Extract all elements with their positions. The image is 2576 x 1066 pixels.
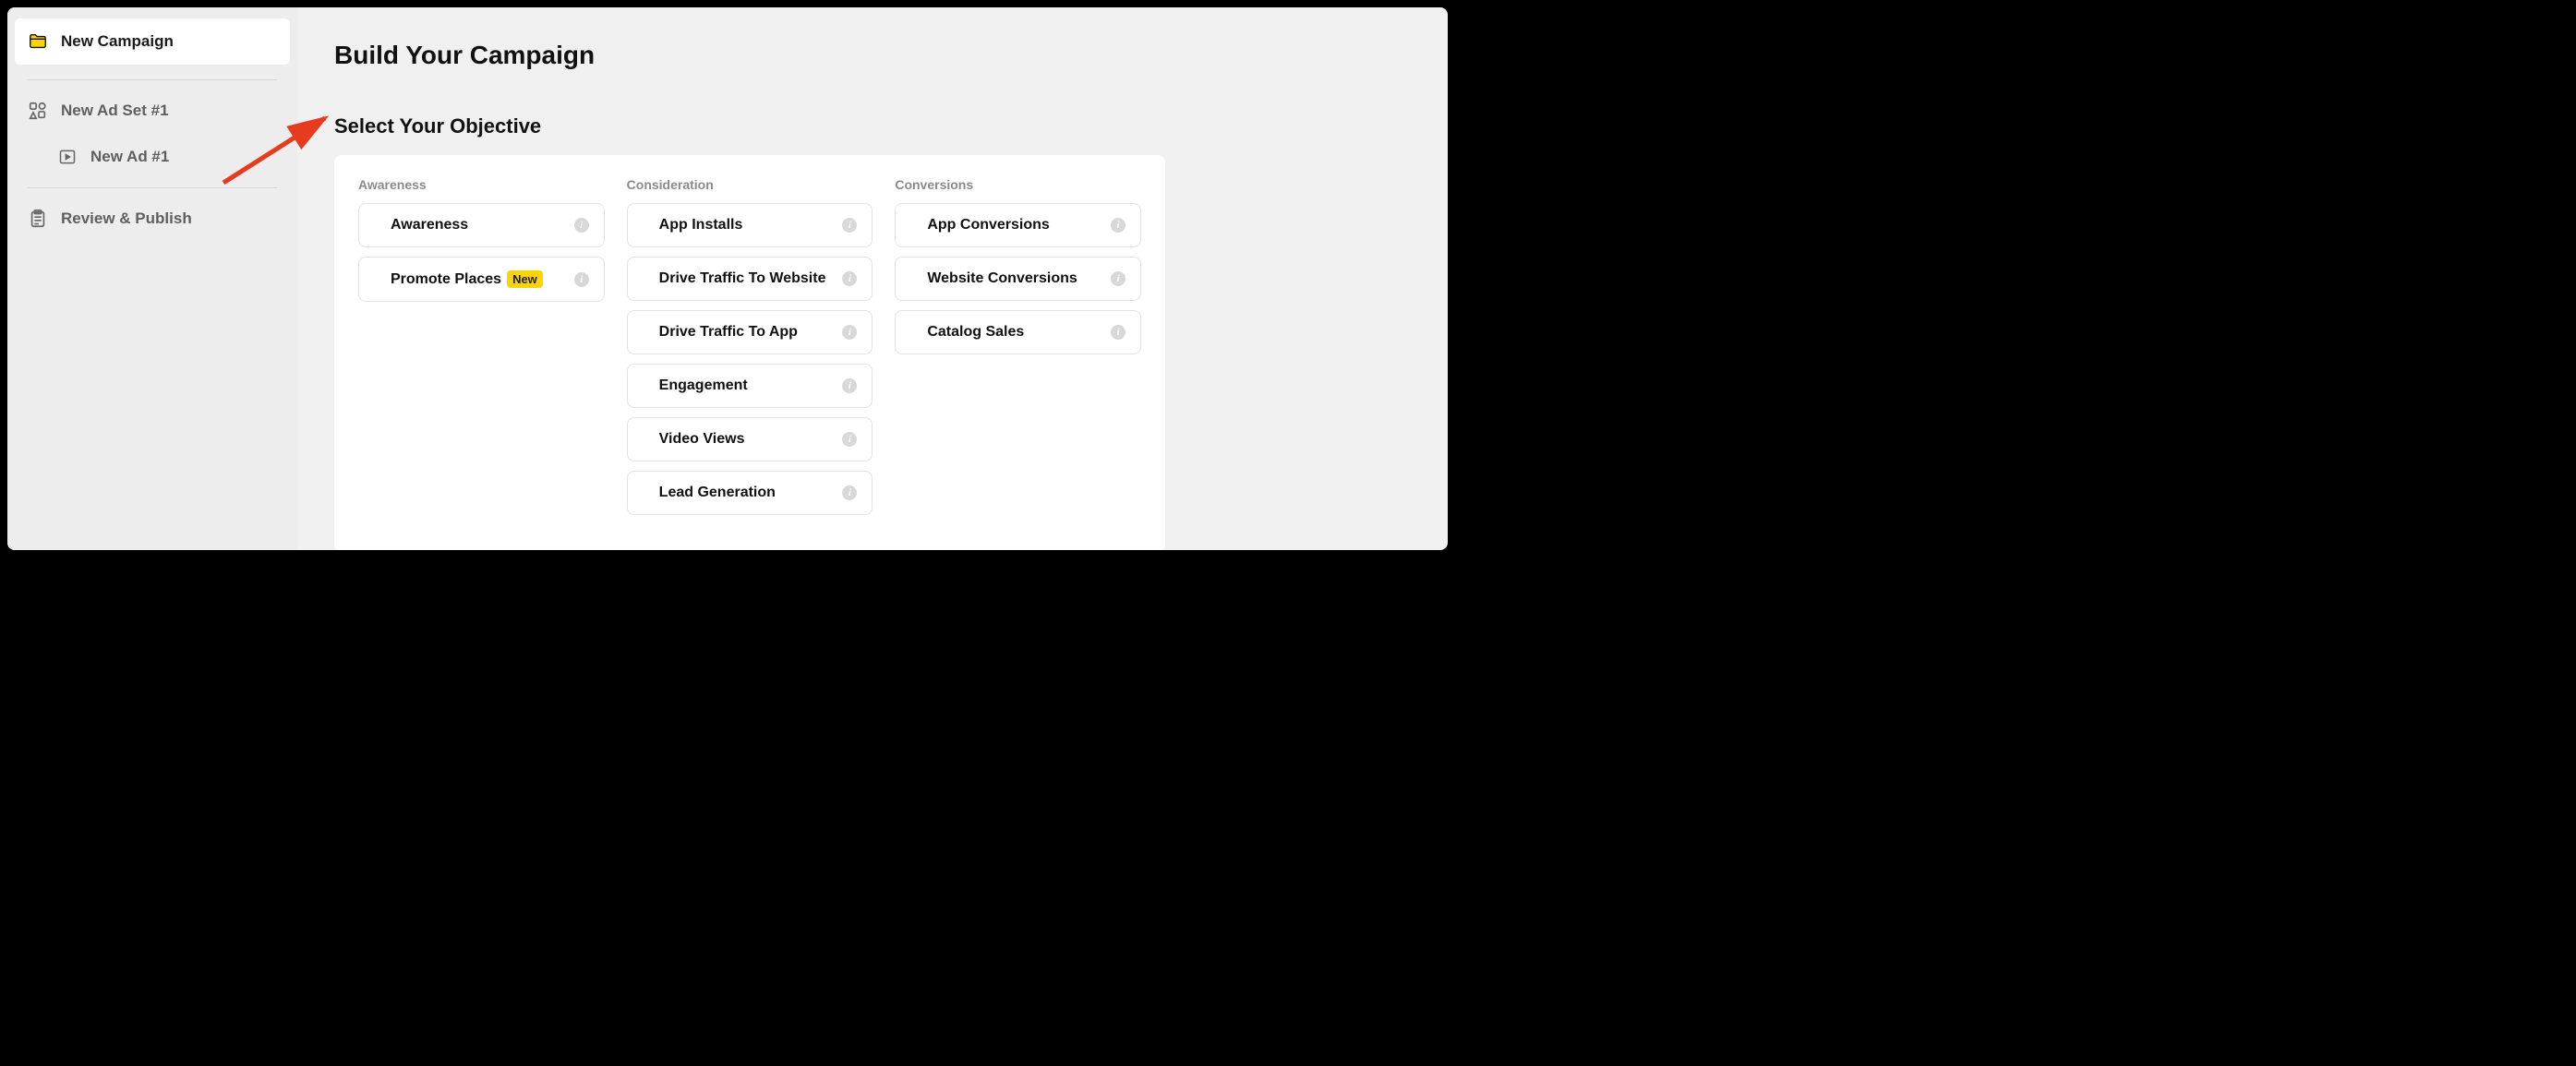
objective-card: Awareness Awareness i Promote Places New i Con… <box>334 155 1165 550</box>
info-icon[interactable]: i <box>1111 325 1125 340</box>
main-content: Build Your Campaign Select Your Objectiv… <box>297 7 1448 550</box>
objective-label: Drive Traffic To Website <box>659 270 826 287</box>
sidebar-item-review[interactable]: Review & Publish <box>7 196 297 242</box>
objective-button[interactable]: App Conversions i <box>895 203 1141 247</box>
objective-label: Lead Generation <box>659 485 776 501</box>
column-header: Consideration <box>627 177 873 192</box>
objective-column: ConversionsApp ConversionsiWebsite Conve… <box>895 177 1141 524</box>
objective-button[interactable]: Website Conversions i <box>895 257 1141 301</box>
page-title: Build Your Campaign <box>334 41 1411 70</box>
objective-label: Catalog Sales <box>927 324 1024 341</box>
objective-button[interactable]: Drive Traffic To App i <box>627 310 873 354</box>
info-icon[interactable]: i <box>842 218 857 233</box>
objective-label: App Installs <box>659 217 743 234</box>
folder-icon <box>28 31 48 52</box>
objective-label: Video Views <box>659 431 745 448</box>
sidebar-item-label: New Ad #1 <box>90 148 169 166</box>
objective-label: Website Conversions <box>927 270 1077 287</box>
objective-label: Drive Traffic To App <box>659 324 798 341</box>
objective-column: ConsiderationApp InstallsiDrive Traffic … <box>627 177 873 524</box>
info-icon[interactable]: i <box>1111 218 1125 233</box>
sidebar-divider <box>28 187 277 188</box>
info-icon[interactable]: i <box>842 485 857 500</box>
sidebar: New Campaign New Ad Set #1 New <box>7 7 297 550</box>
sidebar-item-label: Review & Publish <box>61 210 192 228</box>
objective-button[interactable]: Lead Generation i <box>627 471 873 515</box>
objective-column: Awareness Awareness i Promote Places New i <box>358 177 605 524</box>
objective-button[interactable]: Engagement i <box>627 364 873 408</box>
objective-label: Awareness <box>391 217 468 234</box>
section-title: Select Your Objective <box>334 114 1411 138</box>
objective-label: Engagement <box>659 377 748 394</box>
info-icon[interactable]: i <box>574 218 589 233</box>
objective-button[interactable]: Awareness i <box>358 203 605 247</box>
new-badge: New <box>507 270 543 288</box>
objective-button[interactable]: Video Views i <box>627 417 873 461</box>
column-header: Conversions <box>895 177 1141 192</box>
info-icon[interactable]: i <box>842 378 857 393</box>
info-icon[interactable]: i <box>842 325 857 340</box>
objective-label: Promote Places <box>391 271 501 288</box>
adset-icon <box>28 101 48 121</box>
ad-icon <box>57 147 78 167</box>
column-header: Awareness <box>358 177 605 192</box>
app-frame: New Campaign New Ad Set #1 New <box>7 7 1448 550</box>
objective-button[interactable]: App Installs i <box>627 203 873 247</box>
clipboard-icon <box>28 209 48 229</box>
sidebar-item-label: New Ad Set #1 <box>61 102 169 120</box>
sidebar-item-label: New Campaign <box>61 32 174 51</box>
objective-button[interactable]: Catalog Sales i <box>895 310 1141 354</box>
objective-button[interactable]: Drive Traffic To Website i <box>627 257 873 301</box>
info-icon[interactable]: i <box>1111 271 1125 286</box>
info-icon[interactable]: i <box>574 272 589 287</box>
sidebar-item-campaign[interactable]: New Campaign <box>15 18 290 65</box>
sidebar-divider <box>28 79 277 80</box>
info-icon[interactable]: i <box>842 271 857 286</box>
sidebar-item-adset[interactable]: New Ad Set #1 <box>7 88 297 134</box>
info-icon[interactable]: i <box>842 432 857 447</box>
objective-label: App Conversions <box>927 217 1049 234</box>
sidebar-item-ad[interactable]: New Ad #1 <box>7 134 297 180</box>
objective-button[interactable]: Promote Places New i <box>358 257 605 302</box>
